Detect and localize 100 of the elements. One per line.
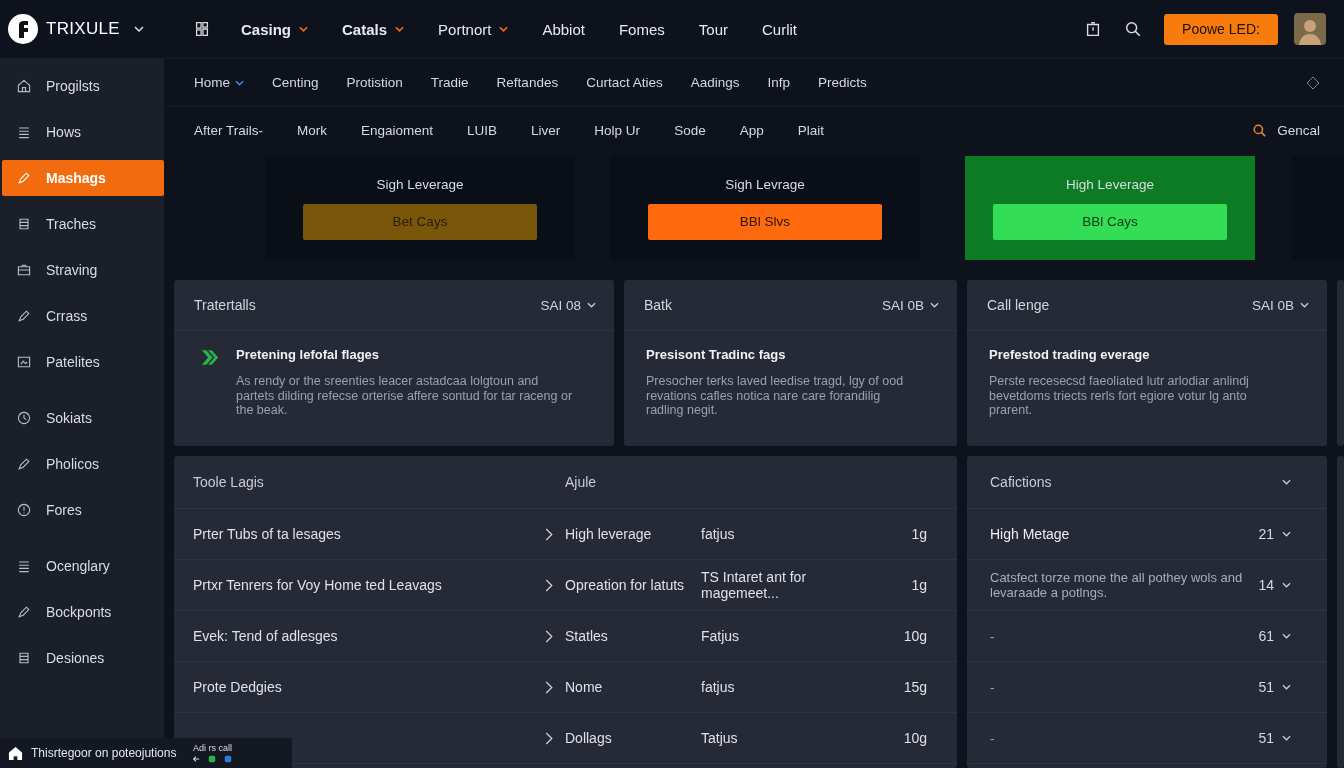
chevron-right-icon[interactable]: [545, 731, 553, 745]
sidebar-item[interactable]: Hows: [2, 114, 164, 150]
nav-link[interactable]: Catals: [342, 20, 405, 38]
table-row[interactable]: Prote Dedgies Nome fatjus 15g: [174, 662, 957, 713]
pen-icon: [16, 604, 32, 620]
sidebar-item[interactable]: Patelites: [2, 344, 164, 380]
nav-link[interactable]: Portnort: [438, 20, 509, 38]
nav-link[interactable]: Fomes: [618, 20, 665, 38]
sidebar-item[interactable]: Straving: [2, 252, 164, 288]
promo-title: Sigh Leverage: [376, 176, 464, 192]
promo-button[interactable]: BBl Cays: [993, 203, 1227, 240]
nav-link[interactable]: Aadings: [690, 75, 740, 90]
nav-link[interactable]: Predicts: [818, 75, 867, 90]
table-cell-text: Prtxr Tenrers for Voy Home ted Leavags: [193, 577, 443, 593]
nav-link[interactable]: Tour: [698, 20, 728, 38]
nav-link[interactable]: Home: [194, 75, 244, 90]
table-cell-text: Prote Dedgies: [193, 679, 283, 695]
nav-link[interactable]: Curtact Aties: [586, 75, 663, 90]
filter-link[interactable]: Liver: [531, 123, 561, 138]
count: 51: [1258, 679, 1274, 695]
sidebar-item[interactable]: Bockponts: [2, 594, 164, 630]
nav-link[interactable]: Curlit: [762, 20, 797, 38]
list-row[interactable]: High Metage 21: [967, 509, 1327, 560]
nav-link[interactable]: Protistion: [346, 75, 403, 90]
stack-icon: [16, 216, 32, 232]
chevron-down-icon: [930, 302, 939, 308]
filter-link[interactable]: Plait: [797, 123, 824, 138]
search-icon[interactable]: [1252, 123, 1268, 138]
nav-link[interactable]: Abbiot: [542, 20, 585, 38]
app-grid-icon[interactable]: [193, 20, 211, 38]
chevron-down-icon[interactable]: [133, 26, 144, 32]
list-icon: [16, 558, 32, 574]
count: 61: [1258, 628, 1274, 644]
nav-link[interactable]: Infp: [767, 75, 790, 90]
sidebar-item[interactable]: Pholicos: [2, 446, 164, 482]
sidebar-item[interactable]: Crrass: [2, 298, 164, 334]
column-header: Toole Lagis: [193, 474, 265, 490]
nav-link[interactable]: Reftandes: [496, 75, 559, 90]
table-row[interactable]: Prter Tubs of ta lesages High leverage fatjus 1g: [174, 509, 957, 560]
filter-link[interactable]: LUIB: [467, 123, 498, 138]
period-dropdown[interactable]: SAI 0B: [881, 297, 939, 313]
filter-link[interactable]: Engaioment: [361, 123, 434, 138]
table-cell-text: 1g: [910, 526, 927, 542]
timer-icon[interactable]: [1084, 20, 1102, 38]
search-label[interactable]: Gencal: [1277, 123, 1320, 138]
arrow-icon[interactable]: [192, 755, 201, 763]
chevron-down-icon[interactable]: [1282, 479, 1291, 485]
chevron-down-icon[interactable]: [1282, 735, 1291, 741]
table-cell-text: fatjus: [701, 679, 736, 695]
list-row[interactable]: - 61: [967, 611, 1327, 662]
promo-title: Sigh Levrage: [725, 176, 805, 192]
sidebar-item[interactable]: Traches: [2, 206, 164, 242]
chevron-down-icon[interactable]: [1282, 633, 1291, 639]
chevron-right-icon[interactable]: [545, 680, 553, 694]
list-row[interactable]: - 51: [967, 662, 1327, 713]
table-row[interactable]: Evek: Tend of adlesges Statles Fatjus 10g: [174, 611, 957, 662]
filter-link[interactable]: App: [739, 123, 764, 138]
table-cell-text: Nome: [565, 679, 604, 695]
chevron-down-icon[interactable]: [1282, 684, 1291, 690]
panel-text: As rendy or the sreenties leacer astadcaa lolgtoun and partets dilding refecse orterise affere sontud for tar raceng or the beak.: [236, 374, 574, 418]
pen-icon: [16, 456, 32, 472]
sidebar-item[interactable]: Desiones: [2, 640, 164, 676]
caret-icon: [299, 26, 308, 32]
nav-link[interactable]: Centing: [272, 75, 319, 90]
caret-icon: [235, 79, 244, 86]
list-row[interactable]: Catsfect torze mone the all pothey wols and levaraade a potlngs. 14: [967, 560, 1327, 611]
chevron-down-icon[interactable]: [1282, 531, 1291, 537]
period-dropdown[interactable]: SAI 08: [540, 297, 596, 313]
search-icon[interactable]: [1124, 20, 1142, 38]
logo-icon: [8, 14, 38, 44]
promo-button[interactable]: BBl Slvs: [648, 203, 882, 240]
list-row[interactable]: - 51: [967, 713, 1327, 764]
chevron-down-icon[interactable]: [1282, 582, 1291, 588]
chevron-right-icon[interactable]: [545, 527, 553, 541]
nav-link[interactable]: Tradie: [430, 75, 469, 90]
expand-icon[interactable]: [1306, 75, 1320, 90]
caret-icon: [499, 26, 509, 32]
cta-button[interactable]: Poowe LED:: [1164, 13, 1278, 45]
sidebar-item[interactable]: Sokiats: [2, 400, 164, 436]
list-label: Catsfect torze mone the all pothey wols and levaraade a potlngs.: [990, 570, 1244, 600]
toast-message: Thisrtegoor on poteojutions: [31, 746, 177, 760]
period-dropdown[interactable]: SAI 0B: [1251, 297, 1309, 313]
table-cell-text: Tatjus: [701, 730, 739, 746]
filter-link[interactable]: Holp Ur: [594, 123, 641, 138]
chevron-right-icon[interactable]: [545, 629, 553, 643]
panel-title: Cafictions: [990, 474, 1052, 490]
filter-link[interactable]: After Trails-: [194, 123, 263, 138]
sidebar-item[interactable]: Fores: [2, 492, 164, 528]
table-row[interactable]: Prtxr Tenrers for Voy Home ted Leavags Opreation for latuts TS Intaret ant for magemeet... 1g: [174, 560, 957, 611]
sidebar-item[interactable]: Ocenglary: [2, 548, 164, 584]
pen-icon: [16, 308, 32, 324]
filter-link[interactable]: Sode: [674, 123, 706, 138]
chevron-right-icon[interactable]: [545, 578, 553, 592]
clock-icon: [16, 410, 32, 426]
sidebar-item[interactable]: Progilsts: [2, 68, 164, 104]
table-cell-text: fatjus: [701, 526, 736, 542]
count: 51: [1258, 730, 1274, 746]
filter-link[interactable]: Mork: [297, 123, 327, 138]
nav-link[interactable]: Casing: [241, 20, 308, 38]
toast-action[interactable]: Adi rs call: [192, 743, 232, 753]
